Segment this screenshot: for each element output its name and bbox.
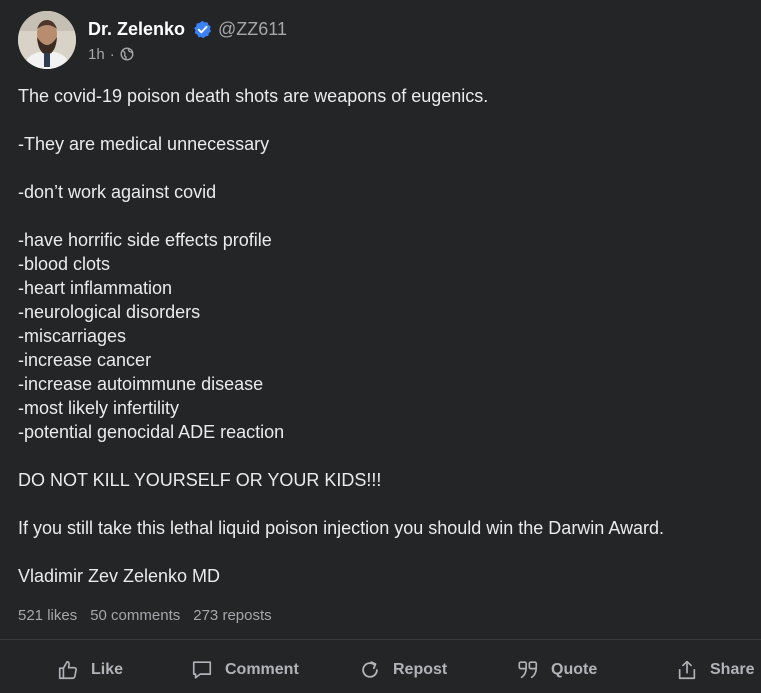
post-text-line: -potential genocidal ADE reaction <box>18 422 285 442</box>
share-icon <box>678 660 696 680</box>
time-row: 1h · <box>88 45 287 63</box>
author-name[interactable]: Dr. Zelenko <box>88 19 185 40</box>
post-paragraph: Vladimir Zev Zelenko MD <box>18 564 743 588</box>
post-text-line: -have horrific side effects profile <box>18 230 272 250</box>
post-paragraph: The covid-19 poison death shots are weap… <box>18 84 743 108</box>
comment-label: Comment <box>225 661 299 678</box>
post-text-line: The covid-19 poison death shots are weap… <box>18 86 489 106</box>
post-text-line: -blood clots <box>18 254 111 274</box>
comment-button[interactable]: Comment <box>191 653 299 687</box>
post-paragraph: If you still take this lethal liquid poi… <box>18 516 743 540</box>
avatar[interactable] <box>18 11 76 69</box>
post-text-line: -miscarriages <box>18 326 127 346</box>
verified-badge-icon <box>193 20 212 39</box>
post-text-line: If you still take this lethal liquid poi… <box>18 518 665 538</box>
repost-label: Repost <box>393 661 448 678</box>
repost-icon <box>362 661 378 678</box>
action-bar: Like Comment Repost Quote Share <box>0 653 761 687</box>
divider <box>0 639 761 640</box>
comment-bubble-icon <box>192 661 212 679</box>
post-paragraph: DO NOT KILL YOURSELF OR YOUR KIDS!!! <box>18 468 743 492</box>
post-text-line: -most likely infertility <box>18 398 180 418</box>
post-body: The covid-19 poison death shots are weap… <box>18 84 743 588</box>
post-text-line: -increase cancer <box>18 350 152 370</box>
engagement-stats: 521 likes 50 comments 273 reposts <box>18 607 272 624</box>
post-text-line: -don’t work against covid <box>18 182 217 202</box>
quote-button[interactable]: Quote <box>517 653 597 687</box>
author-handle[interactable]: @ZZ611 <box>218 19 287 40</box>
likes-count[interactable]: 521 likes <box>18 607 77 624</box>
post-text-line: Vladimir Zev Zelenko MD <box>18 566 221 586</box>
comments-count[interactable]: 50 comments <box>90 607 180 624</box>
post-text-line: -heart inflammation <box>18 278 173 298</box>
post-paragraph: -don’t work against covid <box>18 180 743 204</box>
share-label: Share <box>710 661 755 678</box>
post-paragraph: -have horrific side effects profile -bloo… <box>18 228 743 444</box>
quote-icon <box>518 661 538 679</box>
share-button[interactable]: Share <box>676 653 754 687</box>
post-time[interactable]: 1h <box>88 46 105 63</box>
quote-label: Quote <box>551 661 598 678</box>
post-text-line: -increase autoimmune disease <box>18 374 264 394</box>
post-text-line: DO NOT KILL YOURSELF OR YOUR KIDS!!! <box>18 470 382 490</box>
post-card: Dr. Zelenko @ZZ611 1h · The covid-19 poi… <box>0 0 761 693</box>
post-paragraph: -They are medical unnecessary <box>18 132 743 156</box>
like-button[interactable]: Like <box>57 653 123 687</box>
name-row: Dr. Zelenko @ZZ611 <box>88 18 287 40</box>
post-text-line: -neurological disorders <box>18 302 201 322</box>
reposts-count[interactable]: 273 reposts <box>193 607 271 624</box>
like-label: Like <box>91 661 124 678</box>
author-meta: Dr. Zelenko @ZZ611 1h · <box>88 11 287 63</box>
repost-button[interactable]: Repost <box>359 653 447 687</box>
post-header: Dr. Zelenko @ZZ611 1h · <box>18 11 287 69</box>
globe-icon <box>120 47 134 61</box>
thumbs-up-icon <box>58 660 77 680</box>
post-text-line: -They are medical unnecessary <box>18 134 270 154</box>
separator-dot: · <box>109 45 115 63</box>
